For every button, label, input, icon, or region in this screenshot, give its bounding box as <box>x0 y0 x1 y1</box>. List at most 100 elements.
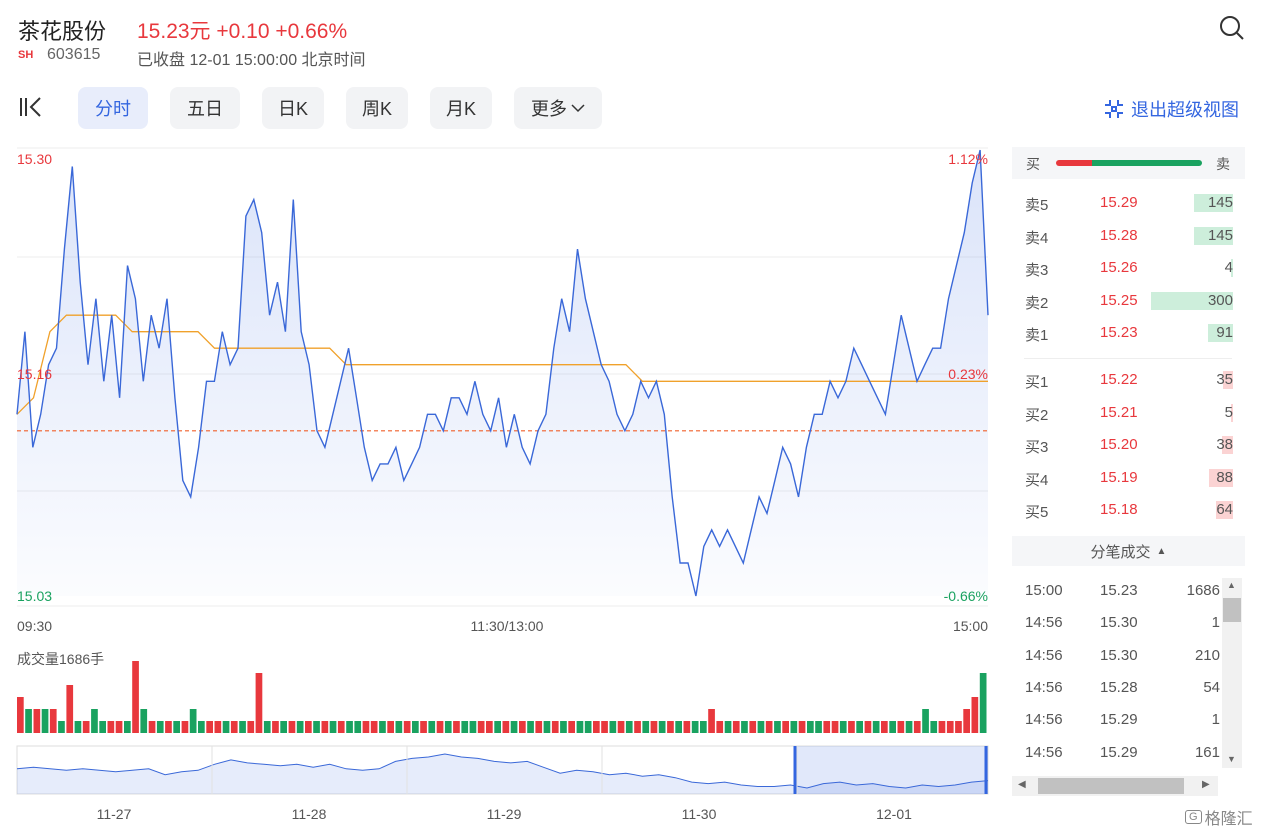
tab-weekly-k[interactable]: 周K <box>346 87 408 129</box>
volume-bar <box>296 721 304 733</box>
ob-level: 买2 <box>1025 406 1049 424</box>
volume-bar <box>346 721 353 733</box>
intraday-chart[interactable]: 15.30 15.16 15.03 1.12% 0.23% -0.66% 09:… <box>0 140 1000 830</box>
volume-bar <box>576 721 584 733</box>
trade-row: 14:56 15.30 1 <box>1012 612 1222 636</box>
stock-name: 茶花股份 <box>18 19 107 44</box>
scroll-left-icon[interactable]: ◀ <box>1018 779 1026 790</box>
volume-bar <box>288 721 296 733</box>
exchange-badge: SH <box>18 49 34 61</box>
ask-row: 卖2 15.25 300 <box>1012 289 1245 313</box>
scroll-right-icon[interactable]: ▶ <box>1202 779 1210 790</box>
ob-price: 15.26 <box>1100 259 1138 277</box>
volume-bar <box>305 721 312 733</box>
ob-level: 买3 <box>1025 439 1049 457</box>
ob-volume: 91 <box>1216 324 1233 342</box>
volume-bar <box>173 721 180 733</box>
volume-bar <box>99 721 106 733</box>
trades-title: 分笔成交 <box>1090 543 1151 561</box>
volume-bar <box>609 721 617 733</box>
watermark-text: 格隆汇 <box>1204 811 1253 828</box>
volume-bar <box>527 721 534 733</box>
orderbook-divider <box>1024 358 1232 359</box>
ob-volume: 300 <box>1207 291 1233 309</box>
ob-price: 15.21 <box>1100 403 1138 421</box>
volume-bar <box>765 721 773 733</box>
tab-more[interactable]: 更多 <box>514 87 602 129</box>
trades-scrollbar[interactable]: ▲ ▼ <box>1222 578 1242 768</box>
scroll-up-icon[interactable]: ▲ <box>1227 580 1236 590</box>
ob-level: 买5 <box>1025 504 1049 522</box>
volume-bar <box>823 721 831 733</box>
volume-bar <box>963 709 970 733</box>
trade-time: 14:56 <box>1025 646 1063 664</box>
price-axis-mid: 15.16 <box>17 366 52 382</box>
bid-row: 买1 15.22 35 <box>1012 368 1245 392</box>
volume-bar <box>560 721 567 733</box>
volume-bar <box>568 721 575 733</box>
volume-bar <box>675 721 682 733</box>
trade-row: 14:56 15.30 210 <box>1012 645 1222 669</box>
volume-bar <box>486 721 493 733</box>
volume-bar <box>494 721 501 733</box>
volume-bar <box>913 721 921 733</box>
volume-bar <box>214 721 222 733</box>
volume-bar <box>370 721 378 733</box>
search-icon[interactable] <box>1218 14 1246 42</box>
trade-volume: 1686 <box>1186 582 1220 599</box>
tab-daily-k[interactable]: 日K <box>262 87 324 129</box>
ob-level: 买4 <box>1025 471 1049 489</box>
trade-volume: 1 <box>1211 614 1220 632</box>
volume-bar <box>58 721 65 733</box>
sell-label: 卖 <box>1216 156 1230 172</box>
stock-code: 603615 <box>47 46 101 63</box>
ob-volume: 38 <box>1216 436 1233 454</box>
ob-volume: 64 <box>1216 501 1233 519</box>
trade-row: 15:00 15.23 1686 <box>1012 580 1222 604</box>
ob-volume: 145 <box>1207 226 1233 244</box>
ask-row: 卖4 15.28 145 <box>1012 224 1245 248</box>
volume-bar <box>642 721 650 733</box>
scroll-thumb[interactable] <box>1223 598 1241 622</box>
trades-header[interactable]: 分笔成交 ▲ <box>1012 536 1245 566</box>
trade-row: 14:56 15.29 1 <box>1012 709 1222 733</box>
tab-five-day[interactable]: 五日 <box>170 87 240 129</box>
volume-bar <box>25 709 32 733</box>
volume-bar <box>230 721 238 733</box>
trade-price: 15.30 <box>1100 646 1138 664</box>
volume-bar <box>477 721 485 733</box>
trade-volume: 54 <box>1203 678 1220 696</box>
trade-price: 15.28 <box>1100 678 1138 696</box>
trade-row: 14:56 15.29 161 <box>1012 742 1222 766</box>
tab-monthly-k[interactable]: 月K <box>430 87 492 129</box>
volume-bar <box>329 721 337 733</box>
exit-super-view-label: 退出超级视图 <box>1131 100 1239 120</box>
price-change: 15.23元 +0.10 +0.66% <box>137 20 348 43</box>
volume-bar <box>189 709 197 733</box>
pct-axis-mid: 0.23% <box>948 366 988 382</box>
overview-x-tick: 12-01 <box>876 806 912 822</box>
hscroll-thumb[interactable] <box>1038 778 1184 794</box>
volume-bar <box>815 721 822 733</box>
exit-super-view-button[interactable]: 退出超级视图 <box>1103 96 1239 122</box>
volume-bar <box>148 721 156 733</box>
tab-more-label: 更多 <box>531 99 567 119</box>
volume-bar <box>807 721 814 733</box>
collapse-panel-icon[interactable] <box>18 96 44 118</box>
ask-row: 卖1 15.23 91 <box>1012 321 1245 345</box>
watermark-logo-icon: G <box>1185 810 1202 824</box>
volume-bar <box>379 721 386 733</box>
market-status: 已收盘 12-01 15:00:00 北京时间 <box>137 52 366 69</box>
bid-row: 买4 15.19 88 <box>1012 466 1245 490</box>
volume-bar <box>650 721 658 733</box>
ob-price: 15.22 <box>1100 371 1138 388</box>
ob-volume: 4 <box>1224 259 1233 277</box>
trades-hscrollbar[interactable]: ◀ ▶ <box>1012 776 1218 796</box>
tab-intraday[interactable]: 分时 <box>78 87 148 129</box>
ask-row: 卖3 15.26 4 <box>1012 256 1245 280</box>
scroll-down-icon[interactable]: ▼ <box>1227 754 1236 764</box>
trade-volume: 1 <box>1211 711 1220 729</box>
volume-bar <box>691 721 699 733</box>
volume-bar <box>856 721 863 733</box>
volume-bar <box>741 721 748 733</box>
